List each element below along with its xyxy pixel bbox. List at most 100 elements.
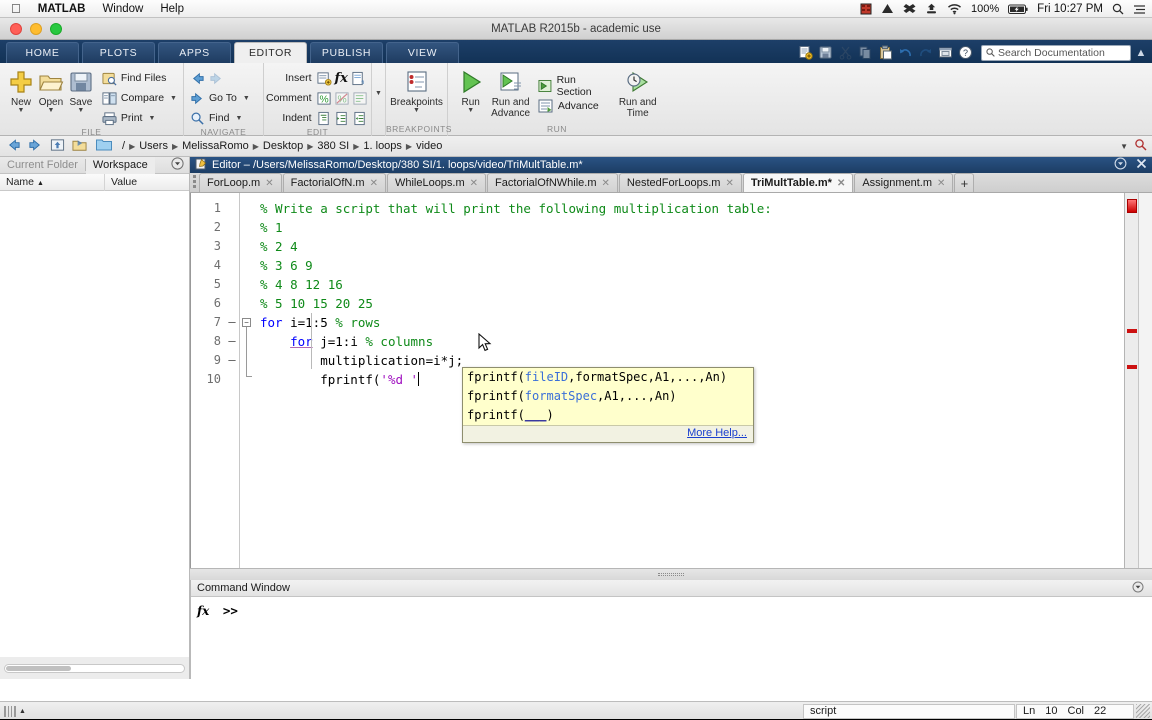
switch-window-icon[interactable] (937, 44, 954, 61)
print-button[interactable]: Print ▼ (102, 109, 177, 127)
apple-logo-icon[interactable]:  (11, 2, 21, 15)
indent-right-icon[interactable] (335, 111, 350, 126)
breadcrumb-loops[interactable]: 1. loops (363, 140, 402, 152)
help-icon[interactable]: ? (957, 44, 974, 61)
breakpoint-slot[interactable] (225, 256, 239, 275)
chevron-down-icon[interactable]: ▼ (77, 107, 84, 114)
chevron-down-icon[interactable]: ▼ (413, 107, 420, 114)
breakpoint-slot[interactable]: – (225, 351, 239, 370)
mac-clock[interactable]: Fri 10:27 PM (1037, 3, 1103, 15)
workspace-horizontal-scrollbar[interactable] (0, 657, 189, 679)
marker-warning[interactable] (1127, 329, 1137, 333)
wifi-icon[interactable] (947, 3, 962, 15)
redo-icon[interactable] (917, 44, 934, 61)
collapse-ribbon-icon[interactable]: ▲ (1134, 47, 1148, 59)
close-icon[interactable]: ✕ (470, 178, 478, 189)
breadcrumb-video[interactable]: video (416, 140, 442, 152)
breakpoint-gutter[interactable]: – – – (225, 193, 239, 568)
tab-current-folder[interactable]: Current Folder (0, 157, 85, 174)
editor-vertical-scrollbar[interactable] (1138, 193, 1152, 568)
chevron-down-icon[interactable]: ▼ (1120, 142, 1128, 151)
scrollbar-thumb[interactable] (6, 665, 71, 671)
close-icon[interactable]: ✕ (837, 178, 845, 189)
marker-warning[interactable] (1127, 365, 1137, 369)
editor-tab-nestedforloops[interactable]: NestedForLoops.m ✕ (618, 173, 742, 192)
command-window-output[interactable]: fx >> (191, 597, 1152, 679)
editor-tab-forloop[interactable]: ForLoop.m ✕ (199, 173, 282, 192)
editor-tab-trimulttable[interactable]: TriMultTable.m* ✕ (742, 173, 854, 192)
breakpoint-slot[interactable] (225, 294, 239, 313)
navigate-back-button[interactable] (190, 69, 250, 87)
close-icon[interactable]: ✕ (370, 178, 378, 189)
insert-function-icon[interactable]: fx (335, 71, 348, 86)
breadcrumb-users[interactable]: Users (139, 140, 168, 152)
chevron-down-icon[interactable]: ▼ (467, 107, 474, 114)
close-icon[interactable]: ✕ (725, 178, 733, 189)
path-back-icon[interactable] (4, 138, 22, 155)
fold-toggle-line7[interactable]: − (240, 313, 254, 332)
undo-icon[interactable] (897, 44, 914, 61)
command-window[interactable]: Command Window fx >> (190, 580, 1152, 679)
spotlight-search-icon[interactable] (1112, 3, 1124, 15)
run-button[interactable]: Run ▼ (454, 67, 487, 114)
chevron-down-icon[interactable]: ▼ (148, 115, 155, 122)
menu-window[interactable]: Window (102, 3, 143, 15)
indent-left-icon[interactable] (353, 111, 368, 126)
battery-icon[interactable] (1008, 4, 1028, 15)
tab-plots[interactable]: PLOTS (82, 42, 155, 63)
panel-menu-icon[interactable] (171, 157, 184, 173)
run-and-advance-button[interactable]: Run and Advance (487, 67, 533, 119)
window-resize-grip[interactable] (1136, 704, 1150, 718)
chevron-down-icon[interactable]: ▼ (375, 90, 382, 97)
tab-editor[interactable]: EDITOR (234, 42, 307, 63)
drive-icon[interactable] (881, 3, 894, 15)
insert-section-icon[interactable] (316, 71, 332, 86)
new-script-icon[interactable] (797, 44, 814, 61)
breakpoints-button[interactable]: Breakpoints ▼ (390, 67, 443, 114)
search-documentation-field[interactable]: Search Documentation (981, 44, 1131, 61)
code-editor[interactable]: 1 2 3 4 5 6 7 8 9 10 – – – − % Write a s… (190, 193, 1152, 568)
breakpoint-slot[interactable] (225, 199, 239, 218)
path-forward-icon[interactable] (26, 138, 44, 155)
run-section-button[interactable]: Run Section (538, 74, 610, 98)
chevron-down-icon[interactable]: ▼ (18, 107, 25, 114)
smart-indent-icon[interactable] (317, 111, 332, 126)
tab-workspace[interactable]: Workspace (85, 156, 155, 174)
screen-recorder-icon[interactable] (860, 3, 872, 15)
code-text-area[interactable]: % Write a script that will print the fol… (254, 193, 1124, 568)
dock-menu-icon[interactable] (1114, 157, 1127, 173)
new-tab-button[interactable]: + (954, 173, 975, 192)
open-button[interactable]: Open ▼ (36, 67, 66, 114)
chevron-down-icon[interactable]: ▼ (235, 115, 242, 122)
chevron-down-icon[interactable]: ▼ (243, 95, 250, 102)
new-button[interactable]: New ▼ (6, 67, 36, 114)
breadcrumb-380si[interactable]: 380 SI (317, 140, 349, 152)
close-icon[interactable]: ✕ (937, 178, 945, 189)
wrap-comment-icon[interactable] (352, 91, 368, 106)
editor-tab-assignment[interactable]: Assignment.m ✕ (854, 173, 954, 192)
resize-grip-icon[interactable] (4, 705, 16, 717)
editor-tab-factorialofnwhile[interactable]: FactorialOfNWhile.m ✕ (487, 173, 618, 192)
editor-tab-whileloops[interactable]: WhileLoops.m ✕ (386, 173, 487, 192)
column-header-value[interactable]: Value (105, 176, 137, 188)
run-and-time-button[interactable]: Run and Time (615, 67, 660, 119)
breakpoint-slot[interactable] (225, 370, 239, 389)
advance-button[interactable]: Advance (538, 97, 610, 115)
triangle-up-icon[interactable]: ▲ (19, 708, 26, 715)
chevron-down-icon[interactable]: ▼ (47, 107, 54, 114)
tab-view[interactable]: VIEW (386, 42, 459, 63)
save-button[interactable]: Save ▼ (66, 67, 96, 114)
editor-tab-factorialofn[interactable]: FactorialOfN.m ✕ (282, 173, 386, 192)
status-bar-grip-area[interactable]: ▲ (0, 705, 60, 717)
menu-help[interactable]: Help (160, 3, 184, 15)
tab-publish[interactable]: PUBLISH (310, 42, 383, 63)
notification-center-icon[interactable] (1133, 4, 1146, 15)
breakpoint-slot[interactable]: – (225, 313, 239, 332)
breadcrumb-desktop[interactable]: Desktop (263, 140, 303, 152)
breakpoint-slot[interactable] (225, 237, 239, 256)
uncomment-icon[interactable]: % (334, 91, 350, 106)
code-issue-marker-column[interactable] (1124, 193, 1138, 568)
compare-button[interactable]: Compare ▼ (102, 89, 177, 107)
workspace-variable-list[interactable] (0, 191, 189, 657)
cut-icon[interactable] (837, 44, 854, 61)
